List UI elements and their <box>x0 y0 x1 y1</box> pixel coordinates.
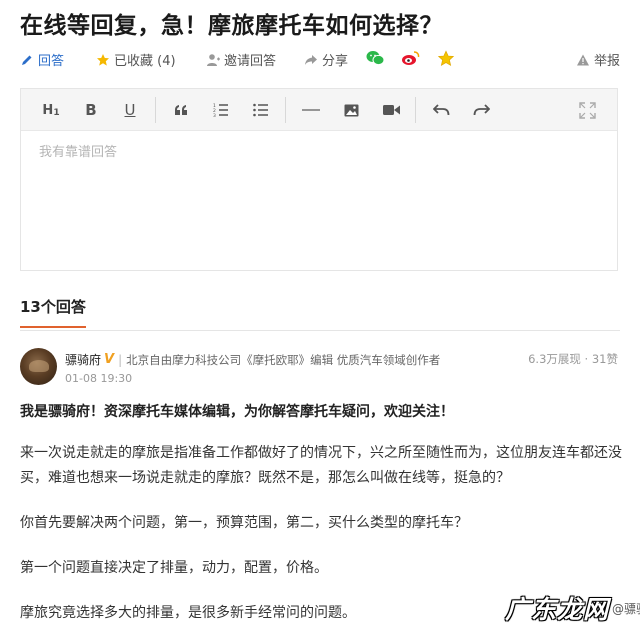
ordered-list-button[interactable]: 123 <box>211 100 231 120</box>
invite-label: 邀请回答 <box>224 54 277 69</box>
favorite-button[interactable]: 已收藏 (4) <box>96 50 176 69</box>
question-title: 在线等回复，急！摩旅摩托车如何选择？ <box>20 13 443 39</box>
author-description: 北京自由摩力科技公司《摩托欧耶》编辑 优质汽车领域创作者 <box>126 352 441 367</box>
unordered-list-icon <box>253 103 268 117</box>
answer-label: 回答 <box>38 54 65 69</box>
share-label: 分享 <box>322 54 349 69</box>
horizontal-rule-icon <box>302 109 320 111</box>
heading-label: H <box>42 102 54 118</box>
ordered-list-icon: 123 <box>213 103 228 117</box>
editor-toolbar: H1 B U 123 <box>21 89 617 131</box>
toolbar-divider <box>285 97 286 123</box>
favorite-label: 已收藏 (4) <box>114 54 176 69</box>
invite-answer-button[interactable]: 邀请回答 <box>206 50 276 69</box>
redo-icon <box>473 104 490 116</box>
editor-body <box>21 131 617 271</box>
watermark: 广东龙网 @骠骑府 <box>505 590 640 626</box>
svg-text:3: 3 <box>213 113 216 117</box>
horizontal-rule-button[interactable] <box>301 100 321 120</box>
post-time: 01-08 19:30 <box>65 372 133 385</box>
question-actions: 回答 已收藏 (4) 邀请回答 分享 举报 <box>20 50 620 70</box>
quote-icon <box>175 105 187 115</box>
underline-button[interactable]: U <box>120 100 140 120</box>
answer-paragraph: 第一个问题直接决定了排量，动力，配置，价格。 <box>20 560 328 576</box>
pencil-icon <box>22 55 32 65</box>
report-button[interactable]: 举报 <box>576 50 620 69</box>
undo-icon <box>432 104 449 116</box>
qzone-star-icon <box>437 50 455 67</box>
fullscreen-icon <box>578 101 596 119</box>
answer-stats: 6.3万展现 · 31赞 <box>528 352 618 366</box>
bold-button[interactable]: B <box>81 100 101 120</box>
watermark-author: @骠骑府 <box>612 601 640 616</box>
author-divider: | <box>118 352 123 367</box>
fullscreen-button[interactable] <box>577 100 597 120</box>
share-button[interactable]: 分享 <box>304 50 348 69</box>
quote-button[interactable] <box>171 100 191 120</box>
weibo-icon <box>402 51 420 65</box>
answer-paragraph: 我是骠骑府！资深摩托车媒体编辑，为你解答摩托车疑问，欢迎关注！ <box>20 404 454 420</box>
verified-badge-icon: V <box>104 352 115 367</box>
answer-editor: H1 B U 123 <box>20 88 618 271</box>
author-line: 骠骑府 V | 北京自由摩力科技公司《摩托欧耶》编辑 优质汽车领域创作者 <box>65 351 440 368</box>
heading-button[interactable]: H1 <box>41 100 61 120</box>
redo-button[interactable] <box>471 100 491 120</box>
video-icon <box>382 105 400 115</box>
qq-share-button[interactable] <box>437 50 455 67</box>
wechat-share-button[interactable] <box>366 50 385 66</box>
answers-header: 13个回答 <box>20 296 620 331</box>
weibo-share-button[interactable] <box>401 50 420 66</box>
insert-video-button[interactable] <box>381 100 401 120</box>
wechat-icon <box>366 51 385 66</box>
unordered-list-button[interactable] <box>251 100 271 120</box>
toolbar-divider <box>415 97 416 123</box>
author-name[interactable]: 骠骑府 <box>65 351 101 368</box>
undo-button[interactable] <box>431 100 451 120</box>
answer-count-tab[interactable]: 13个回答 <box>20 296 86 328</box>
toolbar-divider <box>155 97 156 123</box>
user-plus-icon <box>207 53 220 66</box>
star-icon <box>97 53 109 66</box>
warning-icon <box>576 54 589 65</box>
answer-button[interactable]: 回答 <box>20 50 64 69</box>
share-arrow-icon <box>305 54 317 65</box>
answer-paragraph: 来一次说走就走的摩旅是指准备工作都做好了的情况下，兴之所至随性而为，这位朋友连车… <box>20 445 622 486</box>
answer-input[interactable] <box>39 141 599 261</box>
avatar[interactable] <box>20 348 57 385</box>
insert-image-button[interactable] <box>341 100 361 120</box>
image-icon <box>344 104 358 116</box>
report-label: 举报 <box>593 54 620 69</box>
answer-paragraph: 你首先要解决两个问题，第一，预算范围，第二，买什么类型的摩托车？ <box>20 515 468 531</box>
watermark-logo: 广东龙网 <box>505 595 610 624</box>
